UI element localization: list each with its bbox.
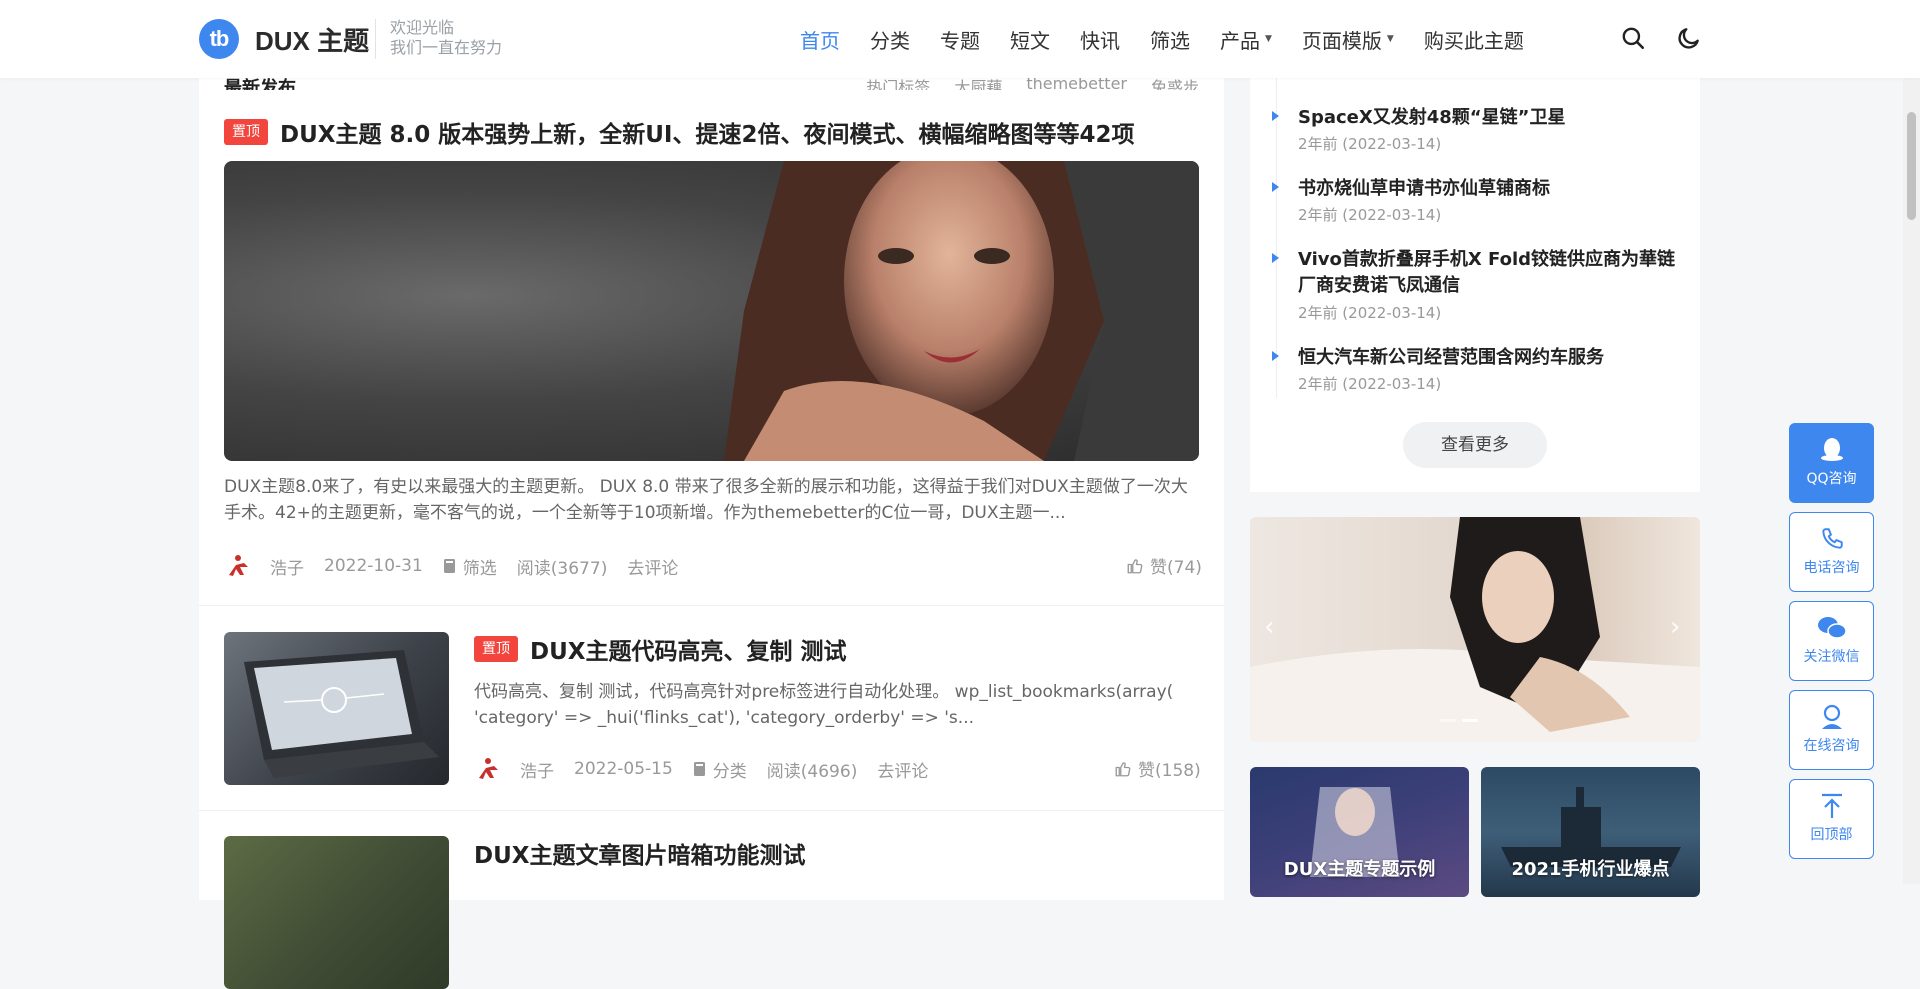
page-scrollbar[interactable] [1903,0,1920,884]
qq-icon [1820,438,1843,461]
nav-item-templates[interactable]: 页面模版 ▼ [1302,25,1394,54]
post-banner-image[interactable] [224,161,1199,461]
nav-item-short[interactable]: 短文 [1010,25,1050,54]
logo-text[interactable]: DUX 主题 [255,21,369,58]
nav-item-products[interactable]: 产品 ▼ [1220,25,1272,54]
author-avatar-icon[interactable] [474,756,500,782]
post-comment-link[interactable]: 去评论 [627,554,678,579]
thumbs-up-icon [1115,761,1131,776]
bullet-icon [1272,111,1279,121]
tile-label: DUX主题专题示例 [1283,859,1436,880]
post-excerpt: DUX主题8.0来了，有史以来最强大的主题更新。 DUX 8.0 带来了很多全新… [224,477,1188,523]
author-avatar-icon[interactable] [224,553,250,579]
post-list: 最新发布 热门标签 大厨藕 themebetter 免惑步 置顶 DUX主题 8… [199,60,1224,989]
online-consult-button[interactable]: 在线咨询 [1789,690,1874,770]
post-title[interactable]: DUX主题文章图片暗箱功能测试 [474,836,806,870]
post-category[interactable]: 分类 [693,757,747,782]
slider-next-icon[interactable]: › [1670,612,1680,642]
search-icon[interactable] [1620,25,1646,51]
slogan: 欢迎光临 我们一直在努力 [390,18,502,58]
book-icon [443,559,455,573]
post-comment-link[interactable]: 去评论 [877,757,928,782]
back-to-top-icon [1821,793,1842,818]
post-views: 阅读(4696) [766,761,858,782]
post-title-row: 置顶 DUX主题代码高亮、复制 测试 [474,632,847,666]
chevron-down-icon: ▼ [1265,34,1272,44]
image-slider[interactable]: ‹ › [1250,517,1700,742]
slider-dot[interactable] [1462,719,1478,722]
sticky-badge: 置顶 [474,636,518,662]
nav-item-filter[interactable]: 筛选 [1150,25,1190,54]
post-date: 2022-05-15 [574,759,673,779]
moon-icon[interactable] [1676,25,1702,51]
post-thumbnail[interactable] [224,632,449,785]
portrait-image [724,161,1199,461]
post-title[interactable]: DUX主题 8.0 版本强势上新，全新UI、提速2倍、夜间模式、横幅缩略图等等4… [280,115,1135,149]
main-nav: 首页 分类 专题 短文 快讯 筛选 产品 ▼ 页面模版 ▼ 购买此主题 [800,22,1554,56]
news-title[interactable]: Vivo首款折叠屏手机X Fold铰链供应商为華链厂商安费诺飞凤通信 [1298,247,1678,299]
news-date: 2年前 (2022-03-14) [1298,304,1442,322]
post-title-row: DUX主题文章图片暗箱功能测试 [474,836,806,870]
news-title[interactable]: 恒大汽车新公司经营范围含网约车服务 [1298,345,1678,371]
slider-prev-icon[interactable]: ‹ [1264,612,1274,642]
post-title[interactable]: DUX主题代码高亮、复制 测试 [530,632,847,666]
wechat-icon [1817,617,1847,639]
site-header: tb DUX 主题 欢迎光临 我们一直在努力 首页 分类 专题 短文 快讯 筛选… [0,0,1920,78]
nav-item-buy[interactable]: 购买此主题 [1424,25,1524,54]
post-divider [199,810,1224,811]
nav-item-news[interactable]: 快讯 [1080,25,1120,54]
support-icon [1821,704,1842,729]
news-date: 2年前 (2022-03-14) [1298,206,1442,224]
post-thumbnail[interactable] [224,836,449,989]
laptop-image [244,650,439,778]
wechat-follow-button[interactable]: 关注微信 [1789,601,1874,681]
post-excerpt: 代码高亮、复制 测试，代码高亮针对pre标签进行自动化处理。 wp_list_b… [474,682,1174,728]
bullet-icon [1272,253,1279,263]
post-views: 阅读(3677) [516,558,608,579]
chevron-down-icon: ▼ [1386,34,1394,44]
post-author[interactable]: 浩子 [270,554,304,579]
scrollbar-thumb[interactable] [1907,112,1916,220]
book-icon [693,762,705,776]
post-meta: 浩子 2022-05-15 分类 阅读(4696) 去评论 [474,756,948,782]
post-date: 2022-10-31 [324,556,423,576]
post-title-row: 置顶 DUX主题 8.0 版本强势上新，全新UI、提速2倍、夜间模式、横幅缩略图… [224,115,1135,149]
nav-item-home[interactable]: 首页 [800,25,840,54]
slider-photo [1250,517,1700,742]
thumbs-up-icon [1127,558,1143,573]
like-button[interactable]: 赞(158) [1114,756,1201,781]
sticky-badge: 置顶 [224,119,268,145]
nav-item-category[interactable]: 分类 [870,25,910,54]
topic-tile[interactable]: DUX主题专题示例 [1250,767,1469,897]
news-date: 2年前 (2022-03-14) [1298,135,1442,153]
post-divider [199,605,1224,606]
post-author[interactable]: 浩子 [520,757,554,782]
post-category[interactable]: 筛选 [443,554,497,579]
slogan-line-1: 欢迎光临 [390,18,455,37]
logo-divider [375,19,376,59]
back-to-top-button[interactable]: 回顶部 [1789,779,1874,859]
logo-icon[interactable]: tb [199,19,239,59]
tile-label: 2021手机行业爆点 [1511,859,1670,880]
like-button[interactable]: 赞(74) [1126,553,1202,578]
news-title[interactable]: 书亦烧仙草申请书亦仙草铺商标 [1298,176,1678,202]
sidebar-news-widget: SpaceX又发射48颗“星链”卫星 2年前 (2022-03-14) 书亦烧仙… [1250,60,1700,492]
slider-dots [1440,719,1484,722]
phone-consult-button[interactable]: 电话咨询 [1789,512,1874,592]
view-more-button[interactable]: 查看更多 [1403,422,1547,468]
qq-consult-button[interactable]: QQ咨询 [1789,423,1874,503]
slogan-line-2: 我们一直在努力 [390,38,503,57]
bullet-icon [1272,182,1279,192]
topic-tile[interactable]: 2021手机行业爆点 [1481,767,1700,897]
news-title[interactable]: SpaceX又发射48颗“星链”卫星 [1298,105,1678,131]
news-date: 2年前 (2022-03-14) [1298,375,1442,393]
slider-dot[interactable] [1440,719,1456,722]
nav-item-topics[interactable]: 专题 [940,25,980,54]
bullet-icon [1272,351,1279,361]
phone-icon [1821,528,1843,549]
post-meta: 浩子 2022-10-31 筛选 阅读(3677) 去评论 [224,553,698,579]
